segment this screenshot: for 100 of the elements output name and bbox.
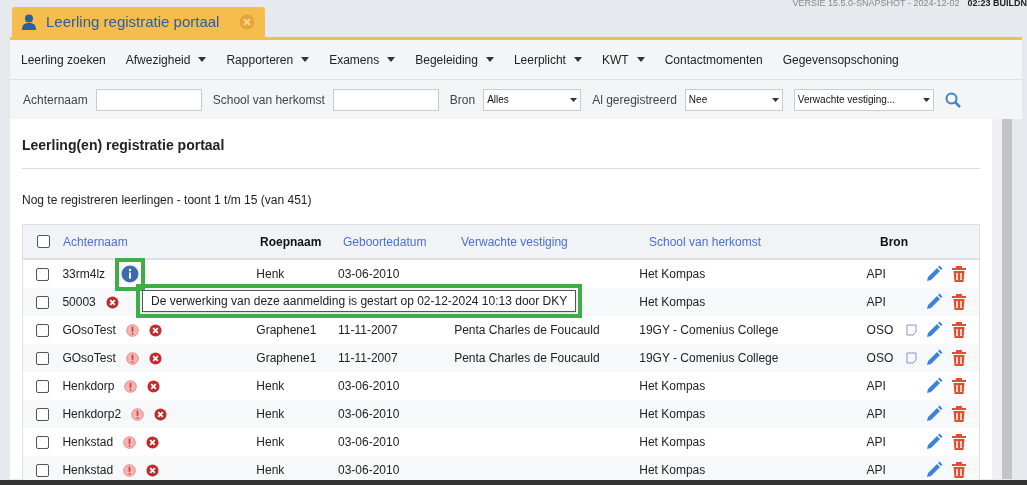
- text-field[interactable]: [95, 88, 202, 111]
- table-cell-text: Penta Charles de Foucauld: [454, 350, 600, 367]
- edit-icon[interactable]: [925, 349, 943, 367]
- caret-icon: [636, 57, 645, 62]
- table-cell-text: Graphene1: [256, 322, 317, 339]
- edit-icon[interactable]: [925, 405, 943, 423]
- version-text: VERSIE 15.5.0-SNAPSHOT - 2024-12-02: [792, 0, 960, 10]
- table-cell-text: API: [866, 266, 886, 283]
- error-icon: [146, 463, 160, 477]
- caret-icon: [301, 57, 310, 62]
- edit-icon[interactable]: [925, 265, 943, 283]
- table-cell-text: Graphene1: [256, 350, 317, 367]
- table-cell-text: Het Kompas: [639, 378, 706, 395]
- row-checkbox[interactable]: [36, 407, 50, 421]
- menu-item[interactable]: Rapporteren: [226, 50, 310, 69]
- caret-icon: [570, 97, 578, 102]
- table-cell-text: Henkstad: [62, 462, 114, 479]
- table-cell-text: Henk: [256, 406, 285, 423]
- delete-icon[interactable]: [951, 405, 967, 423]
- warning-icon: [123, 435, 137, 449]
- column-header[interactable]: Geboortedatum: [343, 234, 427, 249]
- delete-icon[interactable]: [951, 293, 967, 311]
- edit-icon[interactable]: [925, 321, 943, 339]
- table-cell-text: 19GY - Comenius College: [639, 350, 779, 367]
- table-cell-text: 11-11-2007: [338, 322, 398, 339]
- table-cell-text: Het Kompas: [639, 294, 706, 311]
- caret-icon: [485, 57, 494, 62]
- edit-icon[interactable]: [925, 461, 943, 479]
- warning-icon: [125, 351, 139, 365]
- menu-item[interactable]: KWT: [601, 50, 645, 69]
- search-icon[interactable]: [944, 91, 961, 108]
- edit-icon[interactable]: [925, 377, 943, 395]
- delete-icon[interactable]: [951, 265, 967, 283]
- table-cell-text: Henk: [256, 462, 285, 479]
- delete-icon[interactable]: [951, 349, 967, 367]
- warning-icon: [123, 463, 137, 477]
- table-cell-text: Het Kompas: [639, 462, 706, 479]
- table-cell-text: API: [866, 378, 886, 395]
- table-cell-text: Henk: [256, 434, 285, 451]
- select-field[interactable]: Verwachte vestiging...: [793, 88, 934, 111]
- filter-label: Al geregistreerd: [592, 91, 677, 109]
- menu-item[interactable]: Gegevensopschoning: [782, 50, 899, 69]
- table-cell-text: Penta Charles de Foucauld: [454, 322, 600, 339]
- table-cell-text: API: [866, 294, 886, 311]
- note-icon[interactable]: [906, 324, 917, 336]
- column-header[interactable]: Achternaam: [63, 234, 128, 249]
- build-text: 02:23 BUILDN: [967, 0, 1027, 10]
- menu-item[interactable]: Leerling zoeken: [21, 50, 106, 69]
- tooltip: De verwerking van deze aanmelding is gestart op 02-12-2024 10:13 door DKY: [142, 290, 577, 312]
- edit-icon[interactable]: [925, 433, 943, 451]
- table-cell-text: OSO: [866, 350, 894, 367]
- delete-icon[interactable]: [951, 433, 967, 451]
- table-cell-text: Henkstad: [62, 434, 114, 451]
- table-cell-text: Henk: [256, 266, 285, 283]
- error-icon: [148, 323, 162, 337]
- caret-icon: [198, 57, 207, 62]
- delete-icon[interactable]: [951, 377, 967, 395]
- menu-item[interactable]: Examens: [329, 50, 396, 69]
- note-icon[interactable]: [906, 352, 917, 364]
- table-cell-text: 19GY - Comenius College: [639, 322, 779, 339]
- column-header[interactable]: Verwachte vestiging: [461, 234, 568, 249]
- table-cell-text: 11-11-2007: [338, 350, 398, 367]
- scrollbar-thumb[interactable]: [1002, 119, 1012, 479]
- row-checkbox[interactable]: [36, 379, 50, 393]
- edit-icon[interactable]: [925, 293, 943, 311]
- page-tab[interactable]: Leerling registratie portaal: [12, 7, 265, 37]
- warning-icon: [124, 379, 138, 393]
- row-checkbox[interactable]: [36, 351, 50, 365]
- menu-item[interactable]: Contactmomenten: [664, 50, 763, 69]
- table-cell-text: 03-06-2010: [338, 266, 400, 283]
- filter-label: Achternaam: [23, 91, 88, 109]
- select-field[interactable]: Alles: [483, 88, 582, 111]
- user-icon: [22, 14, 36, 30]
- table-cell-text: GOsoTest: [62, 350, 116, 367]
- table-cell-text: OSO: [866, 322, 894, 339]
- row-checkbox[interactable]: [36, 463, 50, 477]
- error-icon: [154, 407, 168, 421]
- warning-icon: [125, 323, 139, 337]
- delete-icon[interactable]: [951, 461, 967, 479]
- row-checkbox[interactable]: [36, 323, 50, 337]
- table-cell-text: Henkdorp2: [62, 406, 122, 423]
- panel-subtitle: Nog te registreren leerlingen - toont 1 t/m 15 (van 451): [22, 192, 313, 209]
- menu-item[interactable]: Leerplicht: [513, 50, 582, 69]
- table-cell-text: Het Kompas: [639, 434, 706, 451]
- table-cell-text: 03-06-2010: [338, 434, 400, 451]
- menu-item[interactable]: Afwezigheid: [125, 50, 207, 69]
- row-checkbox[interactable]: [36, 295, 50, 309]
- select-field[interactable]: Nee: [684, 88, 783, 111]
- column-header[interactable]: School van herkomst: [649, 234, 762, 249]
- select-all-checkbox[interactable]: [36, 235, 50, 248]
- row-checkbox[interactable]: [36, 267, 50, 281]
- menu-item[interactable]: Begeleiding: [415, 50, 494, 69]
- error-icon: [105, 295, 119, 309]
- table-cell-text: 03-06-2010: [338, 378, 400, 395]
- row-checkbox[interactable]: [36, 435, 50, 449]
- delete-icon[interactable]: [951, 321, 967, 339]
- table-cell-text: 03-06-2010: [338, 406, 400, 423]
- table-cell-text: GOsoTest: [62, 322, 116, 339]
- table-cell-text: API: [866, 406, 886, 423]
- text-field[interactable]: [332, 88, 439, 111]
